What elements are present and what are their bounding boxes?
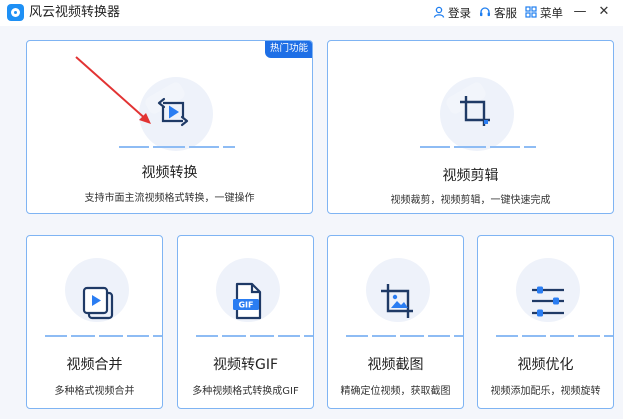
screenshot-crop-icon bbox=[379, 282, 415, 324]
card-title: 视频合并 bbox=[66, 357, 123, 373]
card-title: 视频截图 bbox=[367, 357, 424, 373]
service-label: 客服 bbox=[494, 5, 517, 20]
main-area: 热门功能 视频转换 支持市面主流视频格式转换，一键操作 视频剪辑 视频裁剪，视频… bbox=[0, 26, 623, 419]
decoration-lines bbox=[420, 146, 536, 148]
close-button[interactable]: ✕ bbox=[594, 2, 614, 22]
hot-feature-badge: 热门功能 bbox=[265, 41, 312, 58]
crop-icon bbox=[457, 93, 493, 133]
card-title: 视频转GIF bbox=[212, 357, 279, 373]
card-description: 支持市面主流视频格式转换，一键操作 bbox=[84, 193, 255, 204]
merge-icon bbox=[82, 286, 116, 326]
video-merge-card[interactable]: 视频合并 多种格式视频合并 bbox=[26, 235, 163, 409]
decoration-lines bbox=[346, 335, 463, 337]
customer-service-button[interactable]: 客服 bbox=[479, 4, 517, 21]
card-description: 精确定位视频，获取截图 bbox=[340, 386, 451, 397]
app-title: 风云视频转换器 bbox=[29, 5, 121, 20]
app-logo-icon bbox=[7, 4, 24, 21]
decoration-lines bbox=[45, 335, 162, 337]
video-to-gif-card[interactable]: GIF 视频转GIF 多种视频格式转换成GIF bbox=[177, 235, 314, 409]
login-button[interactable]: 登录 bbox=[433, 4, 471, 21]
login-label: 登录 bbox=[448, 5, 471, 20]
user-icon bbox=[433, 6, 445, 20]
video-edit-card[interactable]: 视频剪辑 视频裁剪，视频剪辑，一键快速完成 bbox=[327, 40, 614, 214]
menu-button[interactable]: 菜单 bbox=[525, 4, 563, 21]
decoration-lines bbox=[196, 335, 313, 337]
card-title: 视频优化 bbox=[517, 357, 574, 373]
video-convert-card[interactable]: 热门功能 视频转换 支持市面主流视频格式转换，一键操作 bbox=[26, 40, 313, 214]
video-screenshot-card[interactable]: 视频截图 精确定位视频，获取截图 bbox=[327, 235, 464, 409]
card-description: 多种视频格式转换成GIF bbox=[192, 386, 299, 397]
gif-icon-text: GIF bbox=[238, 301, 253, 310]
card-description: 多种格式视频合并 bbox=[54, 386, 135, 397]
convert-icon bbox=[156, 95, 190, 131]
menu-label: 菜单 bbox=[540, 5, 563, 20]
video-optimize-card[interactable]: 视频优化 视频添加配乐，视频旋转 bbox=[477, 235, 614, 409]
title-bar: 风云视频转换器 登录 客服 菜单 — ✕ bbox=[0, 0, 623, 26]
menu-grid-icon bbox=[525, 5, 537, 20]
card-description: 视频裁剪，视频剪辑，一键快速完成 bbox=[390, 195, 551, 206]
headset-icon bbox=[479, 6, 491, 20]
decoration-lines bbox=[119, 146, 235, 148]
sliders-icon bbox=[530, 285, 566, 323]
minimize-button[interactable]: — bbox=[570, 2, 590, 22]
card-title: 视频剪辑 bbox=[442, 168, 499, 184]
decoration-lines bbox=[496, 335, 613, 337]
card-title: 视频转换 bbox=[141, 165, 198, 181]
gif-file-icon: GIF bbox=[233, 282, 263, 324]
card-description: 视频添加配乐，视频旋转 bbox=[490, 386, 601, 397]
